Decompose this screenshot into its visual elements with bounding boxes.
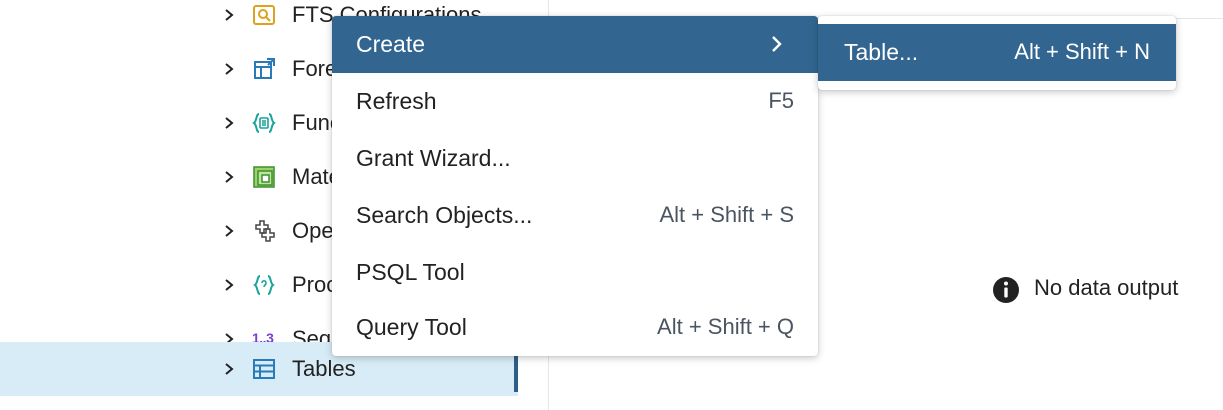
chevron-right-icon[interactable]: [222, 359, 238, 379]
menu-item-label: Query Tool: [356, 314, 467, 340]
menu-item-label: Grant Wizard...: [356, 145, 511, 171]
menu-item-shortcut: Alt + Shift + S: [659, 202, 794, 227]
tree-item-label: Tables: [292, 356, 356, 381]
context-menu: Create Refresh F5 Grant Wizard... Search…: [332, 16, 818, 356]
menu-item-shortcut: Alt + Shift + Q: [657, 314, 794, 339]
chevron-right-icon[interactable]: [222, 275, 238, 295]
chevron-right-icon[interactable]: [222, 167, 238, 187]
info-icon: [992, 276, 1020, 304]
submenu-arrow-icon: [770, 33, 784, 55]
menu-item-label: Refresh: [356, 88, 437, 114]
chevron-right-icon[interactable]: [222, 5, 238, 25]
function-icon: [252, 111, 276, 135]
chevron-right-icon[interactable]: [222, 221, 238, 241]
procedure-icon: [252, 273, 276, 297]
chevron-right-icon[interactable]: [222, 59, 238, 79]
menu-item-shortcut: F5: [768, 88, 794, 113]
submenu-item-label: Table...: [844, 39, 919, 65]
menu-item-label: PSQL Tool: [356, 259, 465, 285]
menu-item-label: Search Objects...: [356, 202, 533, 228]
fts-icon: [252, 3, 276, 27]
table-icon: [252, 357, 276, 381]
operator-icon: [252, 219, 276, 243]
create-submenu: Table... Alt + Shift + N: [818, 16, 1176, 90]
menu-item-query-tool[interactable]: Query Tool Alt + Shift + Q: [332, 299, 818, 356]
foreign-table-icon: [252, 57, 276, 81]
submenu-item-table[interactable]: Table... Alt + Shift + N: [818, 24, 1176, 81]
submenu-item-shortcut: Alt + Shift + N: [1014, 39, 1150, 64]
menu-item-psql-tool[interactable]: PSQL Tool: [332, 244, 818, 301]
menu-item-refresh[interactable]: Refresh F5: [332, 73, 818, 130]
chevron-right-icon[interactable]: [222, 113, 238, 133]
menu-item-grant-wizard[interactable]: Grant Wizard...: [332, 130, 818, 187]
materialized-view-icon: [252, 165, 276, 189]
menu-item-create[interactable]: Create: [332, 16, 818, 73]
menu-item-label: Create: [356, 31, 426, 57]
menu-item-search-objects[interactable]: Search Objects... Alt + Shift + S: [332, 187, 818, 244]
no-data-text: No data output: [1034, 275, 1179, 300]
